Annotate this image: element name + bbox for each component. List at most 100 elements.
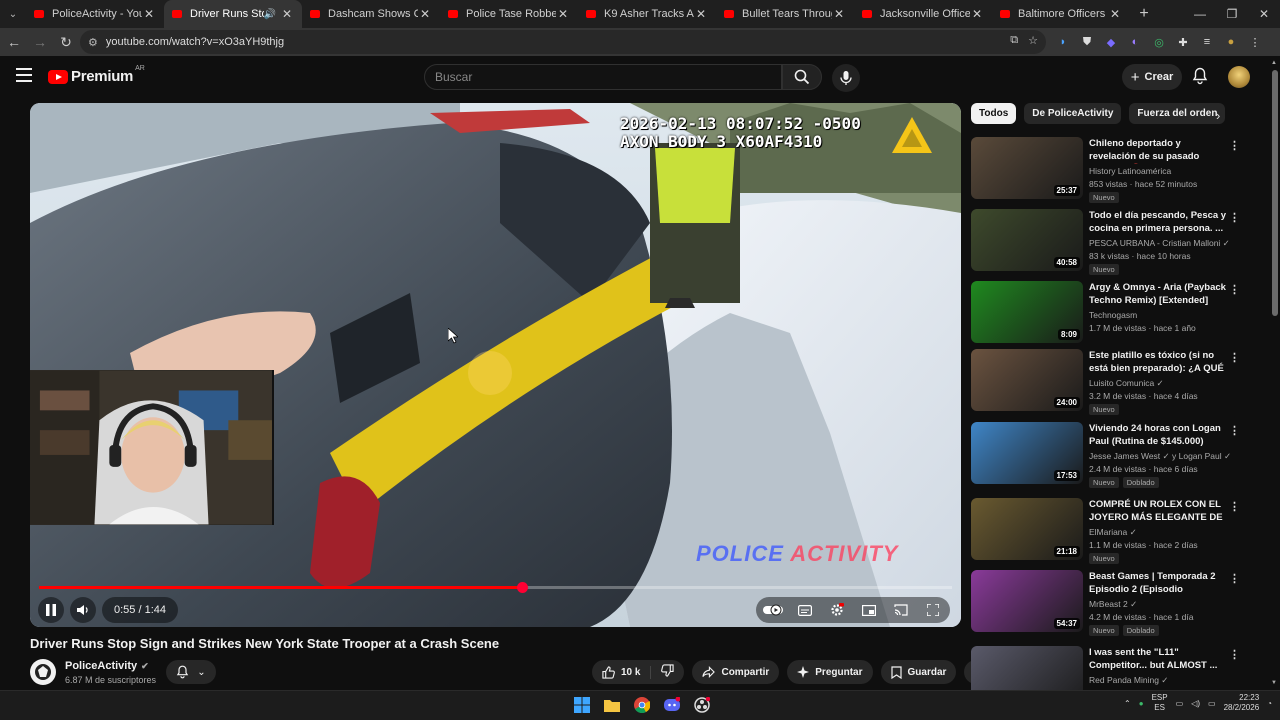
voice-search-button[interactable] — [832, 64, 860, 92]
more-options-icon[interactable]: ⋮ — [1229, 648, 1240, 661]
recommended-channel[interactable]: Jesse James West ✓ y Logan Paul ✓ — [1089, 451, 1231, 462]
progress-bar[interactable] — [39, 582, 952, 593]
settings-button[interactable] — [824, 597, 850, 623]
obs-icon[interactable] — [692, 695, 712, 715]
windows-start-icon[interactable] — [572, 695, 592, 715]
recommended-video[interactable]: 25:37 Chileno deportado y revelación de s… — [971, 137, 1241, 203]
share-button[interactable]: Compartir — [692, 660, 780, 684]
filter-chip[interactable]: Todos — [971, 103, 1017, 124]
new-tab-button[interactable]: + — [1130, 0, 1158, 28]
subtitles-button[interactable] — [792, 597, 818, 623]
recommended-video[interactable]: 8:09 Argy & Omnya - Aria (Payback Techno … — [971, 281, 1241, 347]
video-thumbnail[interactable]: 24:00 — [971, 349, 1083, 411]
more-options-icon[interactable]: ⋮ — [1229, 500, 1240, 513]
recommended-video[interactable]: 40:58 Todo el día pescando, Pesca y cocin… — [971, 209, 1241, 275]
video-thumbnail[interactable]: 17:53 — [971, 422, 1083, 484]
clock[interactable]: 22:23 28/2/2026 — [1224, 693, 1260, 713]
close-tab-icon[interactable]: ✕ — [556, 7, 570, 21]
filter-chip[interactable]: De PoliceActivity — [1024, 103, 1122, 124]
recommended-channel[interactable]: History Latinoamérica — [1089, 166, 1171, 176]
create-button[interactable]: + Crear — [1122, 64, 1182, 90]
more-options-icon[interactable]: ⋮ — [1229, 211, 1240, 224]
menu-dots-icon[interactable]: ⋮ — [1246, 33, 1264, 51]
recommended-title[interactable]: Argy & Omnya - Aria (Payback Techno Remi… — [1089, 281, 1227, 307]
tab-search-icon[interactable]: ⌄ — [0, 0, 26, 28]
audio-playing-icon[interactable]: 🔊 — [264, 9, 276, 20]
bookmark-star-icon[interactable]: ☆ — [1028, 34, 1038, 47]
video-thumbnail[interactable]: 21:18 — [971, 498, 1083, 560]
extension-icon[interactable]: ◆ — [1102, 33, 1120, 51]
channel-name[interactable]: PoliceActivity ✔ — [65, 660, 149, 672]
close-tab-icon[interactable]: ✕ — [970, 7, 984, 21]
recommended-video[interactable]: 24:00 Este platillo es tóxico (si no está… — [971, 349, 1241, 415]
puzzle-icon[interactable]: ✚ — [1174, 33, 1192, 51]
close-tab-icon[interactable]: ✕ — [1108, 7, 1122, 21]
autoplay-toggle[interactable] — [760, 597, 786, 623]
browser-tab[interactable]: Bullet Tears Through Offic✕ — [716, 0, 854, 28]
ask-button[interactable]: Preguntar — [787, 660, 873, 684]
chevron-right-icon[interactable]: › — [1216, 108, 1220, 123]
recommended-title[interactable]: COMPRÉ UN ROLEX CON EL JOYERO MÁS ELEGAN… — [1089, 498, 1227, 525]
language-indicator[interactable]: ESP ES — [1152, 693, 1168, 713]
pause-button[interactable] — [38, 597, 64, 623]
recommended-title[interactable]: Todo el día pescando, Pesca y cocina en … — [1089, 209, 1227, 235]
discord-icon[interactable] — [662, 695, 682, 715]
recommended-video[interactable]: 17:53 Viviendo 24 horas con Logan Paul (R… — [971, 422, 1241, 488]
browser-tab[interactable]: Jacksonville Officers Fire✕ — [854, 0, 992, 28]
video-thumbnail[interactable]: 54:37 — [971, 570, 1083, 632]
forward-icon[interactable]: → — [28, 30, 52, 54]
site-info-icon[interactable]: ⚙ — [88, 36, 98, 49]
youtube-logo[interactable]: Premium AR — [48, 65, 145, 85]
profile-icon[interactable]: ● — [1222, 33, 1240, 51]
video-thumbnail[interactable] — [971, 646, 1083, 690]
scrollbar-thumb[interactable] — [1272, 70, 1278, 316]
recommended-title[interactable]: I was sent the "L11" Competitor... but A… — [1089, 646, 1227, 672]
video-thumbnail[interactable]: 8:09 — [971, 281, 1083, 343]
recommended-title[interactable]: Beast Games | Temporada 2 Episodio 2 (Ep… — [1089, 570, 1227, 597]
close-tab-icon[interactable]: ✕ — [832, 7, 846, 21]
back-icon[interactable]: ← — [2, 30, 26, 54]
close-tab-icon[interactable]: ✕ — [280, 7, 294, 21]
video-thumbnail[interactable]: 40:58 — [971, 209, 1083, 271]
minimize-icon[interactable]: — — [1184, 0, 1216, 28]
extension-icon[interactable]: ◗ — [1054, 33, 1072, 51]
extension-icon[interactable]: ◎ — [1150, 33, 1168, 51]
scrubber-handle[interactable] — [516, 582, 528, 593]
save-button[interactable]: Guardar — [880, 660, 957, 684]
close-tab-icon[interactable]: ✕ — [694, 7, 708, 21]
miniplayer-button[interactable] — [856, 597, 882, 623]
extension-icon[interactable]: ◐ — [1126, 33, 1144, 51]
chrome-icon[interactable] — [632, 695, 652, 715]
browser-tab[interactable]: Police Tase Robbery Susp✕ — [440, 0, 578, 28]
search-input[interactable]: Buscar — [424, 64, 782, 90]
more-options-icon[interactable]: ⋮ — [1229, 424, 1240, 437]
recommended-channel[interactable]: Red Panda Mining ✓ — [1089, 675, 1168, 686]
recommended-video[interactable]: I was sent the "L11" Competitor... but A… — [971, 646, 1241, 690]
browser-tab[interactable]: PoliceActivity - YouTube✕ — [26, 0, 164, 28]
volume-button[interactable] — [70, 597, 96, 623]
close-tab-icon[interactable]: ✕ — [418, 7, 432, 21]
scroll-up-icon[interactable]: ▲ — [1271, 60, 1277, 66]
reading-list-icon[interactable]: ≡ — [1198, 33, 1216, 51]
more-options-icon[interactable]: ⋮ — [1229, 139, 1240, 152]
browser-tab[interactable]: Baltimore Officers Fire M✕ — [992, 0, 1130, 28]
chevron-up-icon[interactable]: ⌃ — [1124, 699, 1131, 708]
like-button[interactable]: 10 k — [592, 665, 652, 679]
more-options-icon[interactable]: ⋮ — [1229, 572, 1240, 585]
recommended-title[interactable]: Viviendo 24 horas con Logan Paul (Rutina… — [1089, 422, 1227, 448]
close-window-icon[interactable]: ✕ — [1248, 0, 1280, 28]
notifications-button[interactable] — [1192, 67, 1208, 90]
reload-icon[interactable]: ↻ — [54, 30, 78, 54]
network-icon[interactable]: ▭ — [1176, 699, 1184, 708]
browser-tab[interactable]: Driver Runs Stop Sign🔊 ✕ — [164, 0, 302, 28]
search-button[interactable] — [782, 64, 822, 90]
close-tab-icon[interactable]: ✕ — [142, 7, 156, 21]
video-player[interactable]: 2026-02-13 08:07:52 -0500 AXON BODY 3 X6… — [30, 103, 961, 627]
recommended-channel[interactable]: PESCA URBANA - Cristian Malloni ✓ — [1089, 238, 1230, 249]
recommended-channel[interactable]: ElMariana ✓ — [1089, 527, 1137, 538]
dislike-button[interactable] — [651, 664, 684, 680]
recommended-channel[interactable]: MrBeast 2 ✓ — [1089, 599, 1137, 610]
recommended-title[interactable]: Este platillo es tóxico (si no está bien… — [1089, 349, 1227, 376]
file-explorer-icon[interactable] — [602, 695, 622, 715]
menu-icon[interactable] — [16, 68, 32, 82]
